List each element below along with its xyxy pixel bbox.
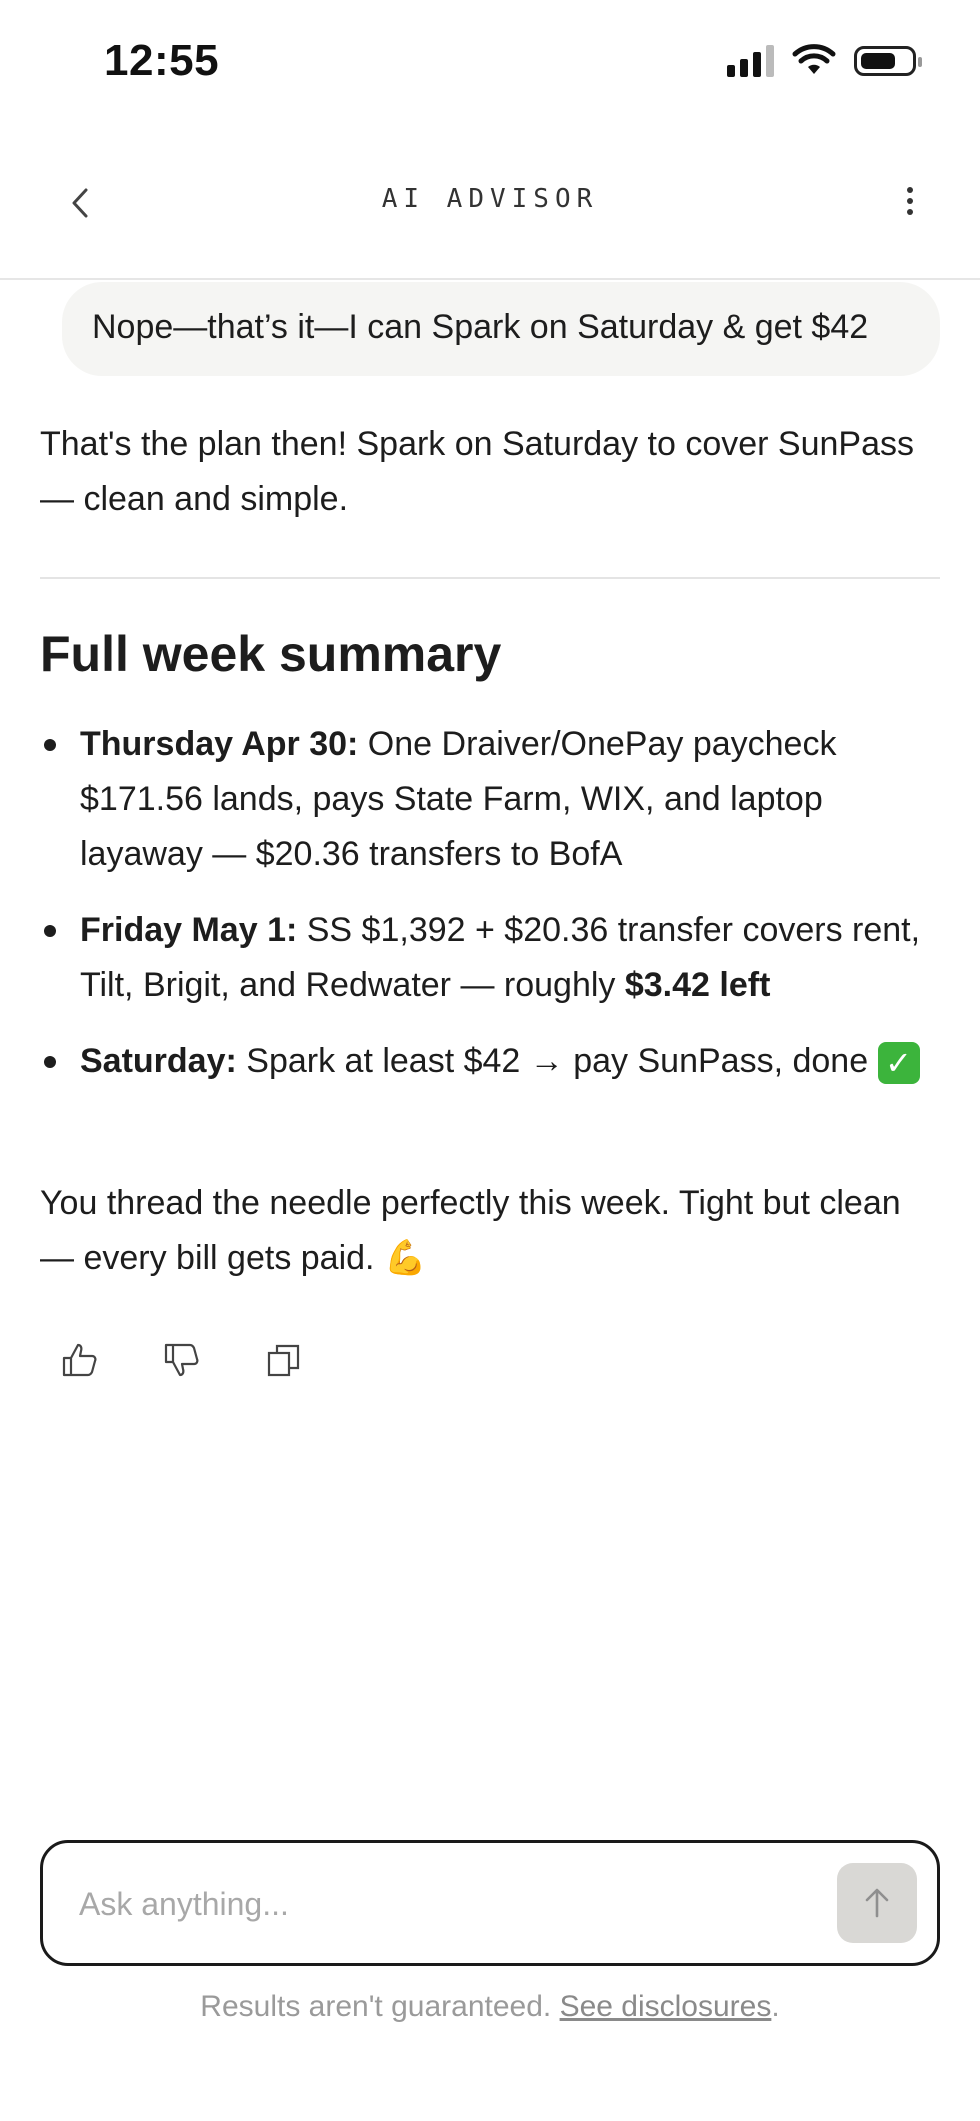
wifi-icon <box>792 44 836 74</box>
send-button[interactable] <box>837 1863 917 1943</box>
summary-list: Thursday Apr 30: One Draiver/OnePay payc… <box>40 717 945 1110</box>
status-icons <box>727 44 922 78</box>
check-mark-icon: ✓ <box>877 1042 920 1085</box>
remaining-amount: $3.42 left <box>624 966 771 1004</box>
summary-heading: Full week summary <box>40 626 502 682</box>
thumbs-down-icon[interactable] <box>162 1340 202 1380</box>
thumbs-up-icon[interactable] <box>60 1340 100 1380</box>
battery-icon <box>854 46 922 76</box>
disclaimer-end: . <box>771 1990 780 2023</box>
list-item-label: Saturday: <box>80 1042 237 1080</box>
list-item: Friday May 1: SS $1,392 + $20.36 transfe… <box>40 903 945 1013</box>
more-vertical-icon[interactable] <box>890 176 930 226</box>
disclaimer-text: Results aren't guaranteed. <box>200 1990 560 2023</box>
flexed-biceps-icon: 💪 <box>383 1239 427 1277</box>
user-message-bubble: Nope—that’s it—I can Spark on Saturday &… <box>62 282 940 376</box>
list-item-label: Friday May 1: <box>80 911 298 949</box>
signal-icon <box>727 45 774 77</box>
disclaimer: Results aren't guaranteed. See disclosur… <box>0 1990 980 2024</box>
ask-input[interactable] <box>77 1873 841 1935</box>
chat-composer <box>40 1840 940 1966</box>
copy-icon[interactable] <box>264 1340 304 1380</box>
assistant-reply-closing: You thread the needle perfectly this wee… <box>40 1176 940 1286</box>
status-bar: 12:55 <box>0 0 980 130</box>
message-actions <box>60 1340 304 1380</box>
status-time: 12:55 <box>104 36 220 85</box>
list-item: Thursday Apr 30: One Draiver/OnePay payc… <box>40 717 945 882</box>
arrow-up-icon <box>865 1888 889 1918</box>
list-item: Saturday: Spark at least $42 → pay SunPa… <box>40 1034 945 1089</box>
list-item-label: Thursday Apr 30: <box>80 725 359 763</box>
page-title: AI ADVISOR <box>381 184 599 214</box>
assistant-reply-intro: That's the plan then! Spark on Saturday … <box>40 425 915 518</box>
nav-bar: AI ADVISOR <box>0 150 980 280</box>
disclosures-link[interactable]: See disclosures <box>560 1990 772 2023</box>
divider <box>40 577 940 579</box>
list-item-text: Spark at least $42 → pay SunPass, done <box>236 1042 878 1080</box>
closing-text: You thread the needle perfectly this wee… <box>40 1184 901 1277</box>
